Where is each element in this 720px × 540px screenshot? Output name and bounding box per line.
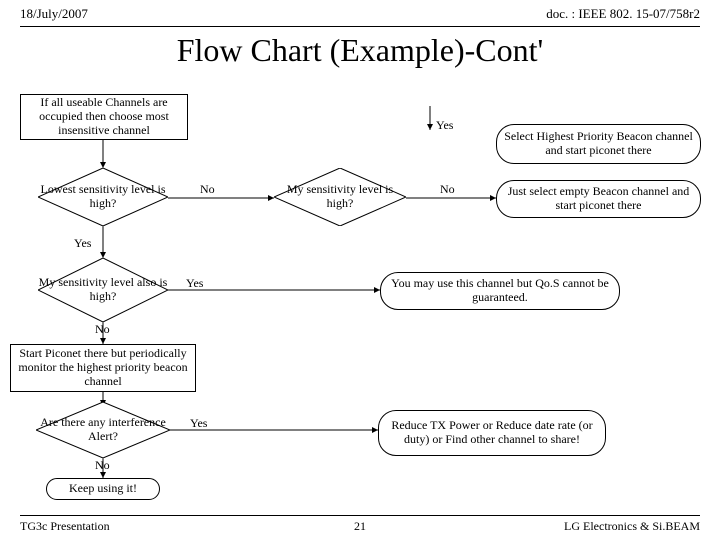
footer-page: 21 [354, 519, 366, 534]
footer-right: LG Electronics & Si.BEAM [564, 519, 700, 534]
node-select-highest: Select Highest Priority Beacon channel a… [496, 124, 701, 164]
header-date: 18/July/2007 [20, 6, 88, 21]
node-interference: Are there any interference Alert? [36, 402, 170, 458]
label-no-3: No [95, 322, 110, 337]
node-start-piconet: Start Piconet there but periodically mon… [10, 344, 196, 392]
label-no-2: No [440, 182, 455, 197]
page-title: Flow Chart (Example)-Cont' [0, 32, 720, 69]
node-keep-using: Keep using it! [46, 478, 160, 500]
label-yes-top: Yes [436, 118, 453, 133]
node-if-all-occupied: If all useable Channels are occupied the… [20, 94, 188, 140]
node-reduce-tx: Reduce TX Power or Reduce date rate (or … [378, 410, 606, 456]
node-lowest-sensitivity: Lowest sensitivity level is high? [38, 168, 168, 226]
label-yes-3: Yes [190, 416, 207, 431]
label-yes-1: Yes [74, 236, 91, 251]
node-my-sensitivity: My sensitivity level is high? [274, 168, 406, 226]
node-my-also-high: My sensitivity level also is high? [38, 258, 168, 322]
header-rule [20, 26, 700, 27]
footer-left: TG3c Presentation [20, 519, 110, 533]
label-yes-2: Yes [186, 276, 203, 291]
footer-rule [20, 515, 700, 516]
label-no-1: No [200, 182, 215, 197]
node-select-empty: Just select empty Beacon channel and sta… [496, 180, 701, 218]
header-doc: doc. : IEEE 802. 15-07/758r2 [546, 6, 700, 22]
node-may-use: You may use this channel but Qo.S cannot… [380, 272, 620, 310]
label-no-4: No [95, 458, 110, 473]
